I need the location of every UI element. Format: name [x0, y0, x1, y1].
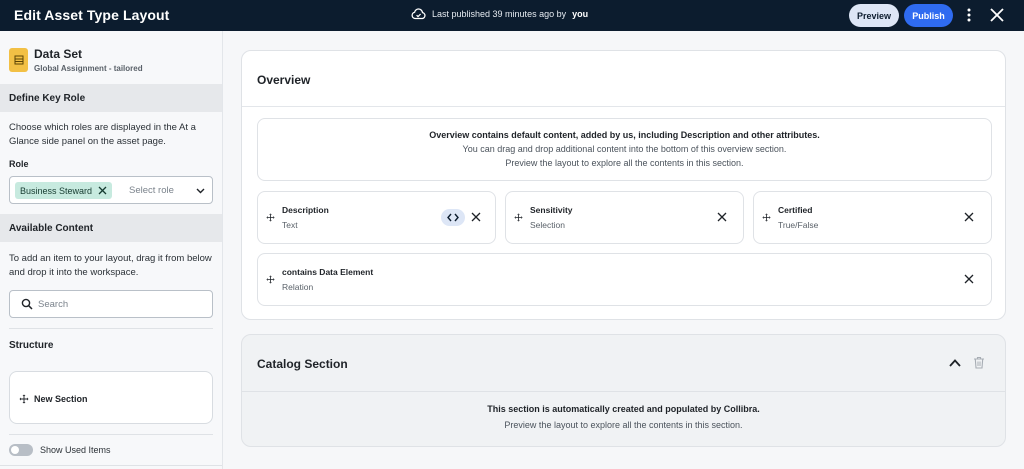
preview-button[interactable]: Preview	[849, 4, 899, 27]
overview-title: Overview	[257, 73, 311, 87]
new-section-item[interactable]: New Section	[9, 371, 213, 424]
drag-handle-icon[interactable]	[266, 213, 275, 222]
content-card-contains-data-element[interactable]: contains Data Element Relation	[257, 253, 992, 306]
page-title: Edit Asset Type Layout	[14, 7, 170, 23]
chevron-up-icon[interactable]	[948, 357, 962, 369]
content-card-sensitivity[interactable]: Sensitivity Selection	[505, 191, 744, 244]
close-icon[interactable]	[989, 7, 1005, 23]
select-role-placeholder: Select role	[129, 185, 174, 196]
asset-type-subtitle: Global Assignment - tailored	[34, 64, 143, 73]
catalog-body: This section is automatically created an…	[242, 401, 1005, 433]
top-bar: Edit Asset Type Layout Last published 39…	[0, 0, 1024, 31]
remove-chip-icon[interactable]	[98, 186, 107, 195]
trash-icon	[974, 356, 984, 369]
drag-handle-icon[interactable]	[266, 275, 275, 284]
table-icon	[14, 55, 23, 65]
available-content-heading: Available Content	[0, 214, 222, 242]
remove-icon[interactable]	[716, 211, 728, 223]
code-icon	[447, 213, 459, 222]
show-used-items-label: Show Used Items	[40, 445, 111, 455]
key-role-description: Choose which roles are displayed in the …	[9, 122, 196, 147]
overview-info-box: Overview contains default content, added…	[257, 118, 992, 181]
drag-handle-icon[interactable]	[762, 213, 771, 222]
overview-header: Overview	[242, 51, 1005, 107]
catalog-line-1: This section is automatically created an…	[487, 404, 760, 414]
chevron-down-icon[interactable]	[195, 185, 206, 196]
show-used-items-toggle[interactable]	[9, 444, 33, 456]
divider	[9, 434, 213, 435]
search-input[interactable]: Search	[9, 290, 213, 318]
card-type: Selection	[530, 220, 565, 230]
code-toggle-button[interactable]	[441, 209, 465, 226]
catalog-header: Catalog Section	[242, 335, 1005, 392]
content-card-description[interactable]: Description Text	[257, 191, 496, 244]
card-type: Relation	[282, 282, 314, 292]
drag-handle-icon[interactable]	[514, 213, 523, 222]
card-title: Description	[282, 205, 329, 215]
new-section-label: New Section	[34, 394, 88, 404]
sidebar: Data Set Global Assignment - tailored De…	[0, 31, 223, 469]
publish-button[interactable]: Publish	[904, 4, 953, 27]
available-content-description: To add an item to your layout, drag it f…	[9, 253, 212, 278]
card-title: Certified	[778, 205, 813, 215]
asset-type-title: Data Set	[34, 47, 83, 61]
status-user: you	[572, 9, 589, 19]
define-key-role-heading: Define Key Role	[0, 84, 222, 112]
overview-info-line-1: Overview contains default content, added…	[429, 130, 820, 140]
role-chip: Business Steward	[15, 182, 113, 199]
overview-section: Overview Overview contains default conte…	[241, 50, 1006, 320]
card-type: True/False	[778, 220, 819, 230]
content-card-certified[interactable]: Certified True/False	[753, 191, 992, 244]
remove-icon[interactable]	[963, 273, 975, 285]
kebab-menu-icon[interactable]	[963, 7, 975, 23]
structure-heading: Structure	[9, 340, 54, 351]
publish-status: Last published 39 minutes ago by you	[411, 8, 588, 20]
card-title: Sensitivity	[530, 205, 573, 215]
drag-handle-icon[interactable]	[19, 394, 29, 404]
divider	[9, 328, 213, 329]
catalog-section: Catalog Section This section is automati…	[241, 334, 1006, 447]
card-title: contains Data Element	[282, 267, 374, 277]
overview-info-line-2: You can drag and drop additional content…	[462, 144, 787, 154]
role-field-label: Role	[9, 159, 29, 169]
search-placeholder: Search	[38, 299, 69, 310]
overview-info-line-3: Preview the layout to explore all the co…	[505, 158, 744, 168]
card-type: Text	[282, 220, 298, 230]
catalog-line-2: Preview the layout to explore all the co…	[504, 420, 743, 430]
status-text: Last published 39 minutes ago by	[432, 9, 567, 19]
remove-icon[interactable]	[963, 211, 975, 223]
catalog-title: Catalog Section	[257, 357, 348, 371]
remove-icon[interactable]	[470, 211, 482, 223]
data-set-icon	[9, 48, 28, 72]
search-icon	[21, 298, 33, 310]
cloud-check-icon	[411, 8, 426, 20]
divider	[0, 465, 222, 466]
role-select[interactable]: Business Steward Select role	[9, 176, 213, 204]
role-chip-label: Business Steward	[20, 185, 93, 196]
